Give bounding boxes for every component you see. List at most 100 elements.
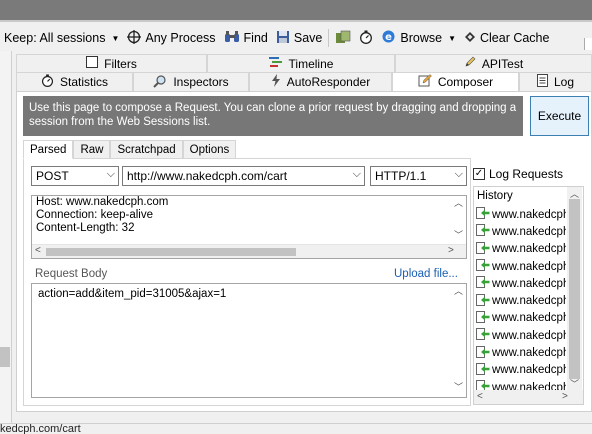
find-label: Find [243,31,268,45]
browse-button[interactable]: e Browse ▼ [377,29,460,47]
upload-file-link[interactable]: Upload file... [394,268,458,280]
method-select[interactable]: POST ⌵ [31,166,119,186]
stopwatch-icon [41,74,54,90]
window-top-band [0,0,592,22]
main-toolbar: Keep: All sessions ▼ Any Process Find Sa… [0,25,592,51]
tab-timeline[interactable]: Timeline [207,54,395,72]
history-item[interactable]: www.nakedcph [476,362,566,379]
web-sessions-pane-edge [0,51,12,423]
request-arrow-icon [476,241,490,257]
history-item[interactable]: www.nakedcph [476,206,566,223]
any-process-label: Any Process [145,31,216,45]
tabs-row-top: Filters Timeline APITest [16,54,592,72]
headers-vertical-scrollbar[interactable]: ︿ ﹀ [452,196,466,244]
request-arrow-icon [476,207,490,222]
scroll-down-icon[interactable]: ﹀ [454,380,463,393]
composer-info-bar: Use this page to compose a Request. You … [23,96,523,136]
tab-autoresponder[interactable]: AutoResponder [249,72,392,91]
scroll-thumb[interactable] [46,248,296,256]
scroll-left-icon[interactable]: < [35,245,41,256]
history-item-label: www.nakedcph [492,347,566,360]
clear-cache-button[interactable]: Clear Cache [460,31,553,46]
save-icon [276,30,290,47]
request-body-editor[interactable]: action=add&item_pid=31005&ajax=1 ︿ ﹀ [31,283,467,398]
history-item[interactable]: www.nakedcph [476,327,566,344]
execute-button[interactable]: Execute [530,96,589,136]
any-process-button[interactable]: Any Process [123,29,219,47]
browser-e-icon: e [381,29,396,47]
history-item-label: www.nakedcph [492,225,566,238]
tab-inspectors[interactable]: Inspectors [133,72,249,91]
subtab-options[interactable]: Options [182,140,237,159]
tab-filters[interactable]: Filters [16,54,207,72]
chevron-down-icon: ⌵ [352,168,361,180]
tools-button[interactable] [331,30,355,47]
scroll-right-icon[interactable]: > [562,391,568,402]
log-requests-label: Log Requests [489,167,564,181]
history-item[interactable]: www.nakedcph [476,223,566,240]
tab-apitest[interactable]: APITest [395,54,592,72]
request-arrow-icon [476,345,490,361]
tab-composer[interactable]: Composer [392,72,519,91]
request-headers-editor[interactable]: Host: www.nakedcph.com Connection: keep-… [31,195,467,259]
http-version-value: HTTP/1.1 [375,169,427,183]
magnifier-icon [153,74,167,91]
history-item[interactable]: www.nakedcph [476,275,566,292]
request-arrow-icon [476,310,490,326]
checkbox-icon [86,56,99,71]
tab-log[interactable]: Log [519,72,592,91]
clear-cache-icon [464,31,476,46]
lightning-icon [271,74,281,90]
history-vertical-scrollbar[interactable]: ︿ ﹀ [567,187,582,391]
status-bar: kedcph.com/cart [0,423,592,434]
tab-timeline-label: Timeline [288,56,334,71]
scroll-right-icon[interactable]: > [448,245,454,256]
history-horizontal-scrollbar[interactable]: < > [474,390,583,404]
history-item-label: www.nakedcph [492,329,566,342]
history-panel: History www.nakedcph www.nakedcph www.nake… [473,186,584,405]
sessions-scrollbar[interactable] [0,347,10,367]
tab-autoresponder-label: AutoResponder [286,75,371,89]
history-item[interactable]: www.nakedcph [476,310,566,327]
keep-sessions-label: Keep: All sessions [4,31,106,45]
checkmark-icon[interactable]: ✓ [473,168,485,180]
keep-sessions-dropdown[interactable]: Keep: All sessions ▼ [0,31,123,45]
binoculars-icon [224,30,240,47]
scroll-down-icon[interactable]: ﹀ [570,377,579,390]
scroll-down-icon[interactable]: ﹀ [454,228,463,241]
toolbar-divider [328,29,330,47]
scroll-up-icon[interactable]: ︿ [454,284,463,297]
chevron-down-icon: ⌵ [106,168,115,180]
history-list: www.nakedcph www.nakedcph www.nakedcph www.… [476,206,566,404]
scroll-left-icon[interactable]: < [477,391,483,402]
tab-statistics[interactable]: Statistics [16,72,133,91]
pencil-icon [464,56,476,71]
toolbar-overflow[interactable] [584,38,592,50]
headers-horizontal-scrollbar[interactable]: < > [32,244,466,258]
log-requests-toggle[interactable]: ✓ Log Requests [473,167,563,181]
tab-statistics-label: Statistics [59,75,108,89]
scroll-up-icon[interactable]: ︿ [454,196,463,209]
history-item[interactable]: www.nakedcph [476,344,566,361]
status-url: kedcph.com/cart [0,423,81,434]
history-item[interactable]: www.nakedcph [476,258,566,275]
history-item[interactable]: www.nakedcph [476,241,566,258]
scroll-thumb[interactable] [569,199,580,379]
tabs-row-bottom: Statistics Inspectors AutoResponder Comp… [16,72,592,91]
subtab-raw[interactable]: Raw [73,140,111,159]
body-vertical-scrollbar[interactable]: ︿ ﹀ [451,284,465,397]
history-item[interactable]: www.nakedcph [476,292,566,309]
find-button[interactable]: Find [220,30,272,47]
history-item-label: www.nakedcph [492,312,566,325]
url-input[interactable]: http://www.nakedcph.com/cart ⌵ [122,166,365,186]
save-button[interactable]: Save [272,30,327,47]
stopwatch-icon [359,30,373,47]
request-body-text: action=add&item_pid=31005&ajax=1 [38,288,227,300]
history-item-label: www.nakedcph [492,243,566,256]
http-version-select[interactable]: HTTP/1.1 ⌵ [370,166,467,186]
request-body-label: Request Body [35,268,108,280]
subtab-parsed[interactable]: Parsed [23,140,74,159]
history-item-label: www.nakedcph [492,364,566,377]
timer-button[interactable] [355,30,377,47]
subtab-scratchpad[interactable]: Scratchpad [110,140,183,159]
